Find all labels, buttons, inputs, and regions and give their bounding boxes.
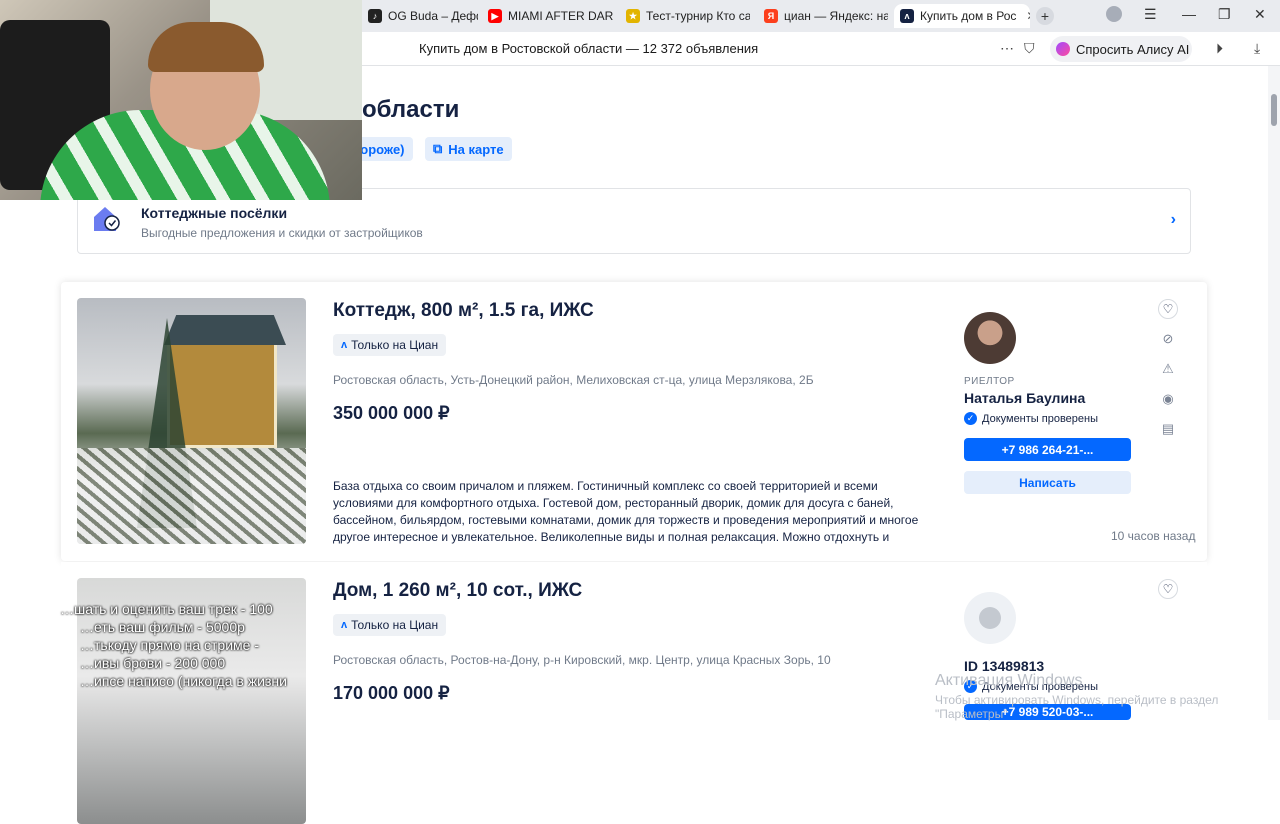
tab-close-icon[interactable]: ✕ <box>1026 9 1030 23</box>
exclusive-badge: ᴧ Только на Циан <box>333 614 447 636</box>
alice-icon <box>1056 42 1070 56</box>
warning-icon[interactable]: ⚠ <box>1158 359 1178 379</box>
tab-label: циан — Яндекс: наш <box>784 9 888 23</box>
restore-icon[interactable]: ❐ <box>1218 6 1231 23</box>
villages-subtitle: Выгодные предложения и скидки от застрой… <box>141 226 423 240</box>
overlay-line: …еть ваш фильм - 5000р <box>80 619 245 635</box>
minimize-icon[interactable]: — <box>1182 6 1196 22</box>
play-icon[interactable]: ⏵ <box>1216 40 1223 57</box>
listing-title[interactable]: Коттедж, 800 м², 1.5 га, ИЖС <box>333 300 594 322</box>
location-pin-icon[interactable]: ◉ <box>1158 389 1178 409</box>
menu-icon[interactable]: ☰ <box>1144 6 1157 23</box>
map-chip-label: На карте <box>448 141 504 157</box>
listing-photo[interactable] <box>77 298 306 544</box>
badge-label: Только на Циан <box>351 338 439 352</box>
tab-label: OG Buda – Дефффч <box>388 9 478 23</box>
window-close-icon[interactable]: ✕ <box>1254 6 1266 23</box>
overlay-line: …ивы брови - 200 000 <box>80 655 226 671</box>
tab-favicon-icon: ♪ <box>368 9 382 23</box>
download-icon[interactable]: ⤓ <box>1254 40 1260 57</box>
page-scrollbar[interactable] <box>1268 66 1280 720</box>
overlay-line: …шать и оценить ваш трек - 100 <box>60 601 273 617</box>
webcam-hair-shape <box>148 22 264 72</box>
address-bar-title[interactable]: Купить дом в Ростовской области — 12 372… <box>419 41 758 56</box>
youtube-icon: ▶ <box>488 9 502 23</box>
listing-address[interactable]: Ростовская область, Ростов-на-Дону, р-н … <box>333 653 831 667</box>
watermark-subtitle: Чтобы активировать Windows, перейдите в … <box>935 693 1219 721</box>
listing-actions: ♡ <box>1158 579 1178 609</box>
browser-tab[interactable]: ▶ MIAMI AFTER DARK <box>482 4 614 28</box>
listing-address[interactable]: Ростовская область, Усть-Донецкий район,… <box>333 373 814 387</box>
hide-icon[interactable]: ⊘ <box>1158 329 1178 349</box>
house-image-shape <box>164 315 286 448</box>
browser-tab[interactable]: ♪ OG Buda – Дефффч <box>362 4 478 28</box>
webcam-overlay <box>0 0 362 200</box>
snow-image-shape <box>77 448 306 544</box>
listing-title[interactable]: Дом, 1 260 м², 10 сот., ИЖС <box>333 580 582 602</box>
browser-tab[interactable]: Я циан — Яндекс: наш <box>758 4 888 28</box>
windows-activation-watermark: Активация Windows Чтобы активировать Win… <box>935 672 1280 721</box>
tab-label: Купить дом в Рос <box>920 9 1017 23</box>
cian-logo-icon: ᴧ <box>900 9 914 23</box>
document-icon[interactable]: ▤ <box>1158 419 1178 439</box>
listing-card[interactable]: Коттедж, 800 м², 1.5 га, ИЖС ᴧ Только на… <box>61 282 1207 561</box>
alice-button[interactable]: Спросить Алису AI <box>1050 36 1192 62</box>
bookmark-icon[interactable]: ⛉ <box>1024 40 1035 57</box>
overlay-line: …тькоду прямо на стриме - <box>80 637 260 653</box>
agent-avatar[interactable] <box>964 312 1016 364</box>
tab-label: MIAMI AFTER DARK <box>508 9 614 23</box>
listing-actions: ♡ ⊘ ⚠ ◉ ▤ <box>1158 299 1178 449</box>
agent-role: РИЕЛТОР <box>964 376 1015 387</box>
verified-check-icon: ✓ <box>964 412 977 425</box>
user-icon <box>979 607 1001 629</box>
profile-icon[interactable] <box>1106 6 1122 22</box>
map-icon: ⧉ <box>433 141 443 156</box>
heart-icon[interactable]: ♡ <box>1158 579 1178 599</box>
cian-logo-icon: ᴧ <box>341 339 348 351</box>
verified-label: Документы проверены <box>982 412 1099 425</box>
tab-label: Тест-турнир Кто са <box>646 9 750 23</box>
badge-label: Только на Циан <box>351 618 439 632</box>
listing-price: 350 000 000 ₽ <box>333 403 450 423</box>
browser-tab-active[interactable]: ᴧ Купить дом в Рос ✕ <box>894 4 1030 28</box>
map-chip[interactable]: ⧉ На карте <box>425 137 512 161</box>
cottage-village-icon <box>94 207 120 231</box>
listing-time: 10 часов назад <box>1111 529 1196 543</box>
exclusive-badge: ᴧ Только на Циан <box>333 334 447 356</box>
overlay-line: …ипсе написо (никогда в жизни <box>80 673 287 689</box>
agent-avatar-placeholder[interactable] <box>964 592 1016 644</box>
chevron-right-icon[interactable]: › <box>1171 211 1176 229</box>
heart-icon[interactable]: ♡ <box>1158 299 1178 319</box>
listing-price: 170 000 000 ₽ <box>333 683 450 703</box>
yandex-icon: Я <box>764 9 778 23</box>
write-message-button[interactable]: Написать <box>964 471 1131 494</box>
watermark-title: Активация Windows <box>935 672 1083 689</box>
agent-name[interactable]: Наталья Баулина <box>964 390 1085 406</box>
star-icon: ★ <box>626 9 640 23</box>
show-phone-button[interactable]: +7 986 264-21-... <box>964 438 1131 461</box>
page-title: области <box>362 96 460 123</box>
stream-donation-overlay: …шать и оценить ваш трек - 100 …еть ваш … <box>60 600 287 690</box>
listing-description: База отдыха со своим причалом и пляжем. … <box>333 479 919 544</box>
villages-title: Коттеджные посёлки <box>141 205 288 221</box>
scrollbar-thumb[interactable] <box>1271 94 1277 126</box>
new-tab-button[interactable]: + <box>1036 7 1054 25</box>
alice-label: Спросить Алису AI <box>1076 41 1190 57</box>
browser-tab[interactable]: ★ Тест-турнир Кто са <box>620 4 750 28</box>
documents-verified: ✓ Документы проверены <box>964 412 1098 425</box>
cian-logo-icon: ᴧ <box>341 619 348 631</box>
more-icon[interactable]: ⋯ <box>1000 40 1014 57</box>
